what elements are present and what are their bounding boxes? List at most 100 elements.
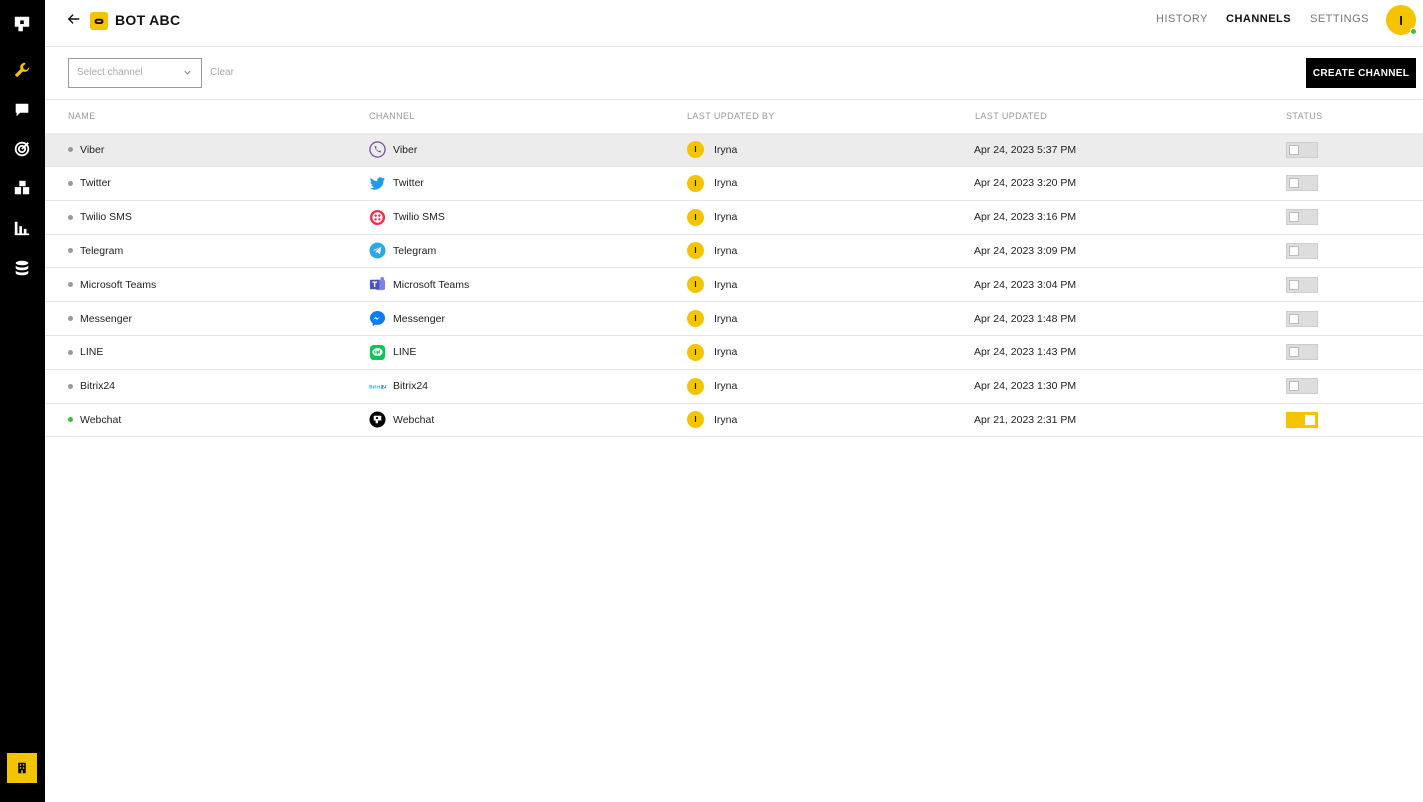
status-cell (1286, 167, 1318, 200)
avatar: I (687, 174, 704, 192)
target-icon[interactable] (12, 139, 32, 159)
status-toggle[interactable] (1286, 310, 1318, 327)
table-row[interactable]: Telegram Telegram I Iryna Apr 24, 2023 3… (45, 234, 1423, 269)
status-toggle[interactable] (1286, 141, 1318, 158)
avatar: I (687, 411, 704, 429)
sidebar (0, 0, 45, 802)
table-row[interactable]: Bitrix24 Bitrix24 Bitrix24 I Iryna Apr 2… (45, 370, 1423, 404)
status-toggle[interactable] (1286, 378, 1318, 395)
name-cell: Messenger (68, 302, 132, 335)
tab-history[interactable]: HISTORY (1156, 13, 1208, 25)
tab-settings[interactable]: SETTINGS (1310, 13, 1369, 25)
updated-by-cell: I Iryna (687, 336, 737, 369)
channel-type: Twitter (393, 177, 424, 190)
column-header-updated: LAST UPDATED (975, 111, 1047, 121)
table-row[interactable]: Microsoft Teams Microsoft Teams I Iryna … (45, 268, 1423, 303)
back-arrow-icon[interactable] (65, 10, 83, 28)
status-toggle[interactable] (1286, 242, 1318, 259)
channel-type: Bitrix24 (393, 380, 429, 393)
column-header-channel: CHANNEL (369, 111, 415, 121)
channel-cell: Twilio SMS (369, 201, 445, 234)
table-row[interactable]: Viber Viber I Iryna Apr 24, 2023 5:37 PM (45, 133, 1423, 167)
table-row[interactable]: LINE LINE I Iryna Apr 24, 2023 1:43 PM (45, 336, 1423, 370)
line-icon (369, 344, 386, 361)
twilio-icon (369, 209, 386, 226)
channel-type: Twilio SMS (393, 211, 445, 224)
status-cell (1286, 234, 1318, 267)
channel-type: Webchat (393, 413, 435, 426)
status-toggle[interactable] (1286, 209, 1318, 226)
channel-select[interactable]: Select channel (68, 58, 202, 88)
chevron-down-icon (184, 70, 191, 75)
updated-cell: Apr 24, 2023 1:43 PM (974, 346, 1077, 359)
status-dot (68, 316, 73, 321)
status-cell (1286, 403, 1318, 436)
avatar: I (687, 208, 704, 226)
blocks-icon[interactable] (12, 178, 32, 198)
avatar: I (687, 377, 704, 395)
table-row[interactable]: Messenger Messenger I Iryna Apr 24, 2023… (45, 302, 1423, 336)
status-toggle[interactable] (1286, 276, 1318, 293)
bar-chart-icon[interactable] (12, 218, 32, 238)
channel-cell: Telegram (369, 234, 436, 267)
table-row[interactable]: Twilio SMS Twilio SMS I Iryna Apr 24, 20… (45, 201, 1423, 235)
status-dot (68, 248, 73, 254)
channel-cell: Bitrix24 Bitrix24 (369, 370, 428, 403)
user-name: Iryna (714, 346, 738, 359)
channel-name: LINE (80, 346, 104, 359)
channel-name: Twilio SMS (80, 211, 132, 224)
channel-name: Telegram (80, 244, 124, 257)
channel-name: Messenger (80, 312, 132, 325)
status-cell (1286, 133, 1318, 166)
updated-by-cell: I Iryna (687, 234, 737, 267)
twitter-icon (369, 175, 386, 192)
channel-type: Viber (393, 143, 418, 156)
status-cell (1286, 302, 1318, 335)
avatar: I (687, 141, 704, 158)
column-header-status: STATUS (1286, 111, 1323, 121)
chat-icon[interactable] (12, 100, 32, 120)
updated-cell: Apr 21, 2023 2:31 PM (974, 413, 1077, 426)
toggle-knob (1289, 245, 1299, 256)
tab-channels[interactable]: CHANNELS (1226, 13, 1291, 25)
status-cell (1286, 336, 1318, 369)
updated-by-cell: I Iryna (687, 268, 737, 301)
updated-cell: Apr 24, 2023 3:16 PM (974, 211, 1077, 224)
user-name: Iryna (714, 244, 738, 257)
channel-type: Microsoft Teams (393, 278, 470, 291)
channel-cell: Webchat (369, 403, 434, 436)
status-dot (68, 383, 73, 389)
bot-icon (90, 12, 108, 30)
name-cell: LINE (68, 336, 103, 369)
user-name: Iryna (714, 312, 738, 325)
channel-name: Microsoft Teams (80, 278, 157, 291)
create-channel-button[interactable]: CREATE CHANNEL (1306, 58, 1416, 88)
updated-by-cell: I Iryna (687, 370, 737, 403)
toggle-knob (1289, 313, 1299, 324)
updated-by-cell: I Iryna (687, 167, 737, 200)
status-toggle[interactable] (1286, 344, 1318, 361)
user-name: Iryna (714, 278, 738, 291)
table-row[interactable]: Webchat Webchat I Iryna Apr 21, 2023 2:3… (45, 403, 1423, 438)
status-dot (68, 214, 73, 220)
divider (45, 99, 1423, 100)
database-icon[interactable] (12, 258, 32, 278)
logo-icon[interactable] (12, 14, 32, 34)
updated-cell: Apr 24, 2023 1:48 PM (974, 312, 1077, 325)
table-row[interactable]: Twitter Twitter I Iryna Apr 24, 2023 3:2… (45, 167, 1423, 201)
name-cell: Bitrix24 (68, 370, 115, 403)
column-header-updated-by: LAST UPDATED BY (687, 111, 775, 121)
name-cell: Telegram (68, 234, 123, 267)
building-icon[interactable] (7, 753, 37, 783)
user-name: Iryna (714, 211, 738, 224)
column-header-name: NAME (68, 111, 96, 121)
status-dot (68, 349, 73, 355)
channel-name: Twitter (80, 177, 111, 190)
status-toggle[interactable] (1286, 411, 1318, 428)
toggle-knob (1289, 279, 1299, 290)
status-toggle[interactable] (1286, 175, 1318, 192)
clear-button[interactable]: Clear (210, 67, 234, 78)
channel-cell: Viber (369, 133, 417, 166)
wrench-icon[interactable] (12, 60, 32, 80)
updated-cell: Apr 24, 2023 3:20 PM (974, 177, 1077, 190)
